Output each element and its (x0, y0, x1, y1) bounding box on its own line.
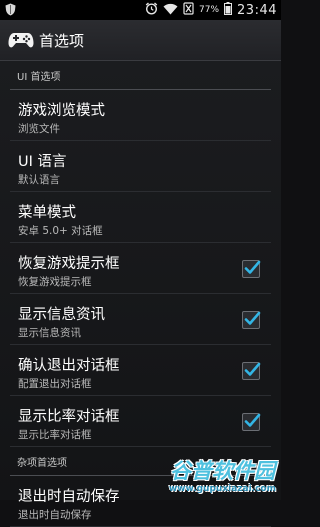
clock: 23:44 (237, 2, 277, 18)
pref-summary: 显示信息资讯 (18, 327, 81, 339)
battery-icon (224, 2, 233, 18)
pref-menu-mode[interactable]: 菜单模式 安卓 5.0+ 对话框 (10, 192, 271, 243)
show-info-checkbox[interactable] (242, 311, 261, 329)
pref-title: 游戏浏览模式 (18, 103, 105, 119)
pref-summary: 浏览文件 (18, 123, 60, 135)
pref-title: 显示比率对话框 (18, 409, 120, 425)
pref-summary: 安卓 5.0+ 对话框 (18, 225, 103, 237)
no-sim-icon (183, 2, 194, 18)
pref-title: 退出时自动保存 (18, 489, 120, 505)
watermark-logo: 谷普软件园 www.gupuxiazai.com (140, 452, 281, 500)
pref-title: 恢复游戏提示框 (18, 256, 120, 272)
watermark-brand: 谷普软件园 (170, 459, 275, 483)
pref-show-info[interactable]: 显示信息资讯 显示信息资讯 (10, 294, 271, 345)
gamepad-icon[interactable] (8, 27, 34, 53)
shield-notification-icon (5, 3, 16, 19)
pref-show-ratio-dialog[interactable]: 显示比率对话框 显示比率对话框 (10, 396, 271, 447)
checkmark-icon (244, 260, 261, 274)
wifi-icon (163, 3, 178, 18)
pref-summary: 配置退出对话框 (18, 378, 92, 390)
confirm-exit-checkbox[interactable] (242, 362, 261, 380)
pref-title: 显示信息资讯 (18, 307, 105, 323)
section-header-ui: UI 首选项 (10, 61, 271, 90)
page-title: 首选项 (39, 31, 85, 50)
pref-confirm-exit-dialog[interactable]: 确认退出对话框 配置退出对话框 (10, 345, 271, 396)
checkmark-icon (244, 362, 261, 376)
pref-title: 菜单模式 (18, 205, 76, 221)
alarm-icon (145, 2, 158, 18)
action-bar: 首选项 (0, 20, 281, 61)
checkmark-icon (244, 311, 261, 325)
pref-ui-language[interactable]: UI 语言 默认语言 (10, 141, 271, 192)
battery-percent: 77% (199, 5, 220, 15)
pref-summary: 显示比率对话框 (18, 429, 92, 441)
show-ratio-checkbox[interactable] (242, 413, 261, 431)
resume-prompt-checkbox[interactable] (242, 260, 261, 278)
pref-game-browse-mode[interactable]: 游戏浏览模式 浏览文件 (10, 90, 271, 141)
pref-summary: 默认语言 (18, 174, 60, 186)
pref-summary: 退出时自动保存 (18, 509, 92, 521)
pref-resume-game-prompt[interactable]: 恢复游戏提示框 恢复游戏提示框 (10, 243, 271, 294)
pref-title: UI 语言 (18, 154, 67, 170)
status-bar: 77% 23:44 (0, 0, 281, 20)
pref-summary: 恢复游戏提示框 (18, 276, 92, 288)
checkmark-icon (244, 413, 261, 427)
watermark-url: www.gupuxiazai.com (168, 484, 276, 494)
pref-title: 确认退出对话框 (18, 358, 120, 374)
preferences-list: UI 首选项 游戏浏览模式 浏览文件 UI 语言 默认语言 菜单模式 安卓 5.… (0, 61, 281, 527)
